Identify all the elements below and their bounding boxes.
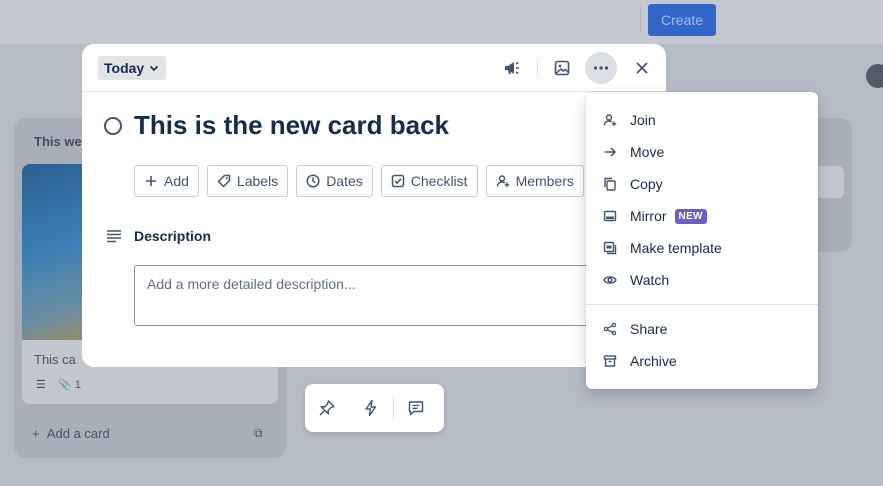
copy-icon [602, 176, 618, 192]
checklist-button[interactable]: Checklist [380, 165, 478, 197]
labels-button-label: Labels [236, 173, 279, 189]
description-label: Description [134, 228, 212, 244]
list-title: This we [34, 134, 82, 149]
checkbox-icon [391, 174, 405, 188]
arrow-right-icon [602, 144, 618, 160]
menu-item-label: Share [630, 321, 668, 337]
description-input[interactable]: Add a more detailed description... [134, 265, 604, 326]
date-chip[interactable]: Today [98, 56, 167, 80]
image-icon[interactable] [546, 52, 578, 84]
date-chip-label: Today [104, 60, 145, 76]
card-detail-modal: Today This is the new card back Add Labe… [82, 44, 666, 367]
card-actions-menu: Join Move Copy Mirror NEW Make template … [586, 92, 818, 389]
header-divider [537, 58, 538, 78]
menu-item-label: Watch [630, 272, 670, 288]
menu-item-archive[interactable]: Archive [586, 345, 818, 377]
menu-item-label: Move [630, 144, 665, 160]
menu-item-mirror[interactable]: Mirror NEW [586, 200, 818, 232]
plus-icon [144, 174, 158, 188]
card-badges: ☰ 📎 1 [36, 378, 81, 391]
description-header: Description [106, 228, 211, 244]
menu-item-move[interactable]: Move [586, 136, 818, 168]
eye-icon [602, 272, 618, 288]
add-person-icon [496, 174, 510, 188]
megaphone-icon[interactable] [496, 52, 528, 84]
add-button[interactable]: Add [134, 165, 199, 197]
modal-header: Today [82, 44, 666, 92]
menu-item-copy[interactable]: Copy [586, 168, 818, 200]
dates-button-label: Dates [326, 173, 363, 189]
menu-item-label: Mirror [630, 208, 667, 224]
dates-button[interactable]: Dates [296, 165, 373, 197]
menu-item-join[interactable]: Join [586, 104, 818, 136]
members-button[interactable]: Members [485, 165, 584, 197]
menu-item-label: Join [630, 112, 656, 128]
checklist-button-label: Checklist [410, 173, 468, 189]
new-badge: NEW [674, 208, 707, 224]
lightning-icon[interactable] [349, 384, 393, 432]
menu-item-label: Archive [630, 353, 677, 369]
add-card-label: Add a card [46, 426, 110, 441]
attachment-icon: 📎 [58, 379, 72, 391]
nav-divider [640, 6, 641, 32]
card-title[interactable]: This is the new card back [134, 110, 449, 141]
avatar[interactable] [866, 64, 883, 88]
menu-item-watch[interactable]: Watch [586, 264, 818, 296]
menu-item-label: Copy [630, 176, 663, 192]
menu-item-make-template[interactable]: Make template [586, 232, 818, 264]
clock-icon [306, 174, 320, 188]
menu-item-share[interactable]: Share [586, 313, 818, 345]
labels-button[interactable]: Labels [206, 165, 289, 197]
share-icon [602, 321, 618, 337]
tag-icon [217, 174, 231, 188]
template-icon [602, 240, 618, 256]
menu-divider [586, 304, 818, 305]
card-title-row: This is the new card back [104, 110, 449, 141]
complete-toggle[interactable] [104, 116, 122, 135]
attachment-count: 1 [74, 379, 81, 391]
top-navigation-bar: Create [0, 0, 883, 44]
pin-icon[interactable] [305, 384, 349, 432]
plus-icon: + [32, 426, 40, 441]
card-text: This ca [34, 352, 76, 367]
create-button[interactable]: Create [648, 4, 716, 36]
add-person-icon [602, 112, 618, 128]
description-icon [106, 228, 122, 244]
description-icon: ☰ [36, 379, 46, 391]
members-button-label: Members [515, 173, 574, 189]
card-actions: Add Labels Dates Checklist Members [134, 165, 584, 197]
archive-icon [602, 353, 618, 369]
chevron-down-icon [148, 62, 160, 74]
close-icon[interactable] [626, 52, 658, 84]
more-options-icon[interactable] [585, 52, 617, 84]
mirror-icon [602, 208, 618, 224]
comment-icon[interactable] [394, 384, 438, 432]
floating-toolbar [305, 384, 444, 432]
template-icon[interactable]: ⧉ [254, 426, 263, 441]
add-button-label: Add [164, 173, 189, 189]
add-card-button[interactable]: + Add a card [32, 426, 110, 441]
menu-item-label: Make template [630, 240, 722, 256]
